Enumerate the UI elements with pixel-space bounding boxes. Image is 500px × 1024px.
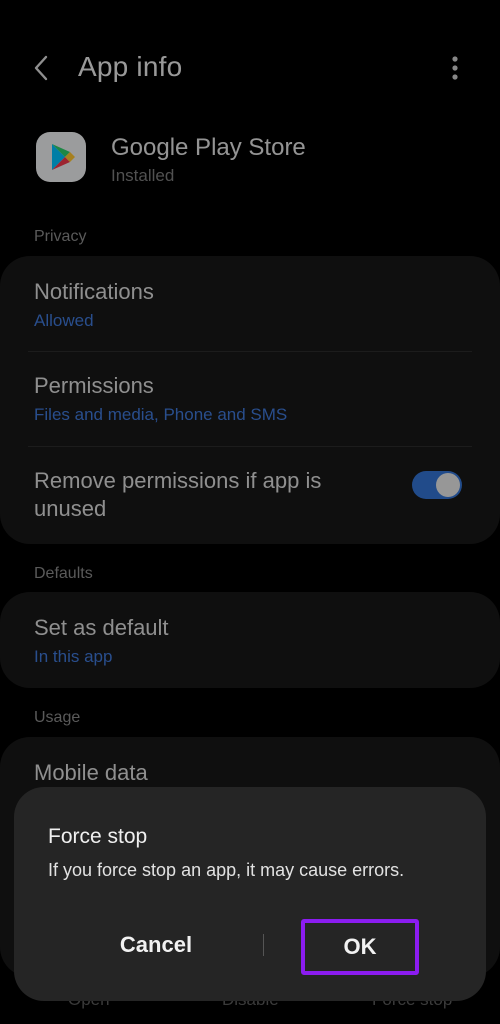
force-stop-dialog: Force stop If you force stop an app, it … bbox=[14, 787, 486, 1001]
dialog-title: Force stop bbox=[48, 825, 148, 848]
button-separator bbox=[263, 934, 264, 956]
dialog-message: If you force stop an app, it may cause e… bbox=[48, 860, 405, 880]
cancel-button[interactable]: Cancel bbox=[74, 917, 238, 973]
ok-button[interactable]: OK bbox=[301, 919, 419, 975]
